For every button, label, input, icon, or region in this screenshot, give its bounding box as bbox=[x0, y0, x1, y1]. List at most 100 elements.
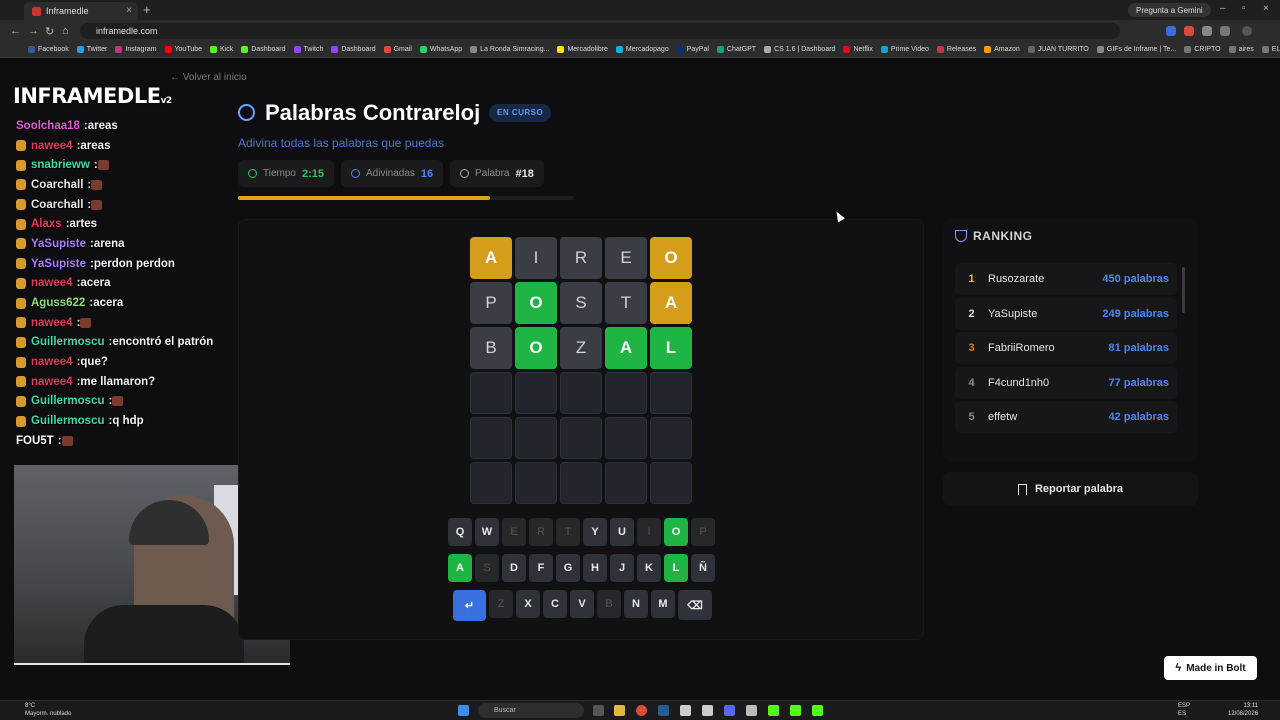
bookmark-item[interactable]: Mercadopago bbox=[615, 46, 669, 53]
key-m[interactable]: M bbox=[651, 590, 675, 618]
key-b[interactable]: B bbox=[597, 590, 621, 618]
bookmark-icon bbox=[557, 46, 565, 53]
bookmark-item[interactable]: Twitch bbox=[293, 46, 323, 53]
maximize-icon[interactable]: ▫ bbox=[1242, 3, 1246, 14]
bookmark-item[interactable]: CRIPTO bbox=[1184, 46, 1221, 53]
bookmark-label: WhatsApp bbox=[429, 46, 463, 53]
minimize-icon[interactable]: – bbox=[1220, 3, 1226, 14]
key-t[interactable]: T bbox=[556, 518, 580, 546]
back-icon[interactable]: ← bbox=[10, 25, 21, 37]
reload-icon[interactable]: ↻ bbox=[45, 25, 54, 38]
key-c[interactable]: C bbox=[543, 590, 567, 618]
windows-start-icon[interactable] bbox=[458, 705, 469, 716]
forward-icon[interactable]: → bbox=[28, 25, 39, 37]
bookmark-item[interactable]: Instagram bbox=[115, 46, 157, 53]
stream-logo: INFRAMEDLEv2 bbox=[13, 84, 172, 108]
report-word-button[interactable]: Reportar palabra bbox=[943, 472, 1198, 506]
bookmark-icon bbox=[936, 46, 944, 53]
enter-key[interactable]: ↵ bbox=[453, 590, 486, 621]
bookmark-item[interactable]: Netflix bbox=[843, 46, 873, 53]
taskbar-clock[interactable]: 13:11 12/08/2026 bbox=[1228, 702, 1258, 718]
bookmark-item[interactable]: Amazon bbox=[984, 46, 1020, 53]
app-icon[interactable] bbox=[746, 705, 757, 716]
bookmark-item[interactable]: La Ronda Simracing... bbox=[470, 46, 549, 53]
key-w[interactable]: W bbox=[475, 518, 499, 546]
bookmark-item[interactable]: YouTube bbox=[164, 46, 202, 53]
back-link[interactable]: ← Volver al inicio bbox=[170, 72, 247, 83]
app-icon[interactable] bbox=[702, 705, 713, 716]
address-bar[interactable]: inframedle.com bbox=[80, 23, 1120, 39]
bookmark-item[interactable]: Kick bbox=[210, 46, 233, 53]
bookmark-item[interactable]: CS 1.6 | Dashboard bbox=[764, 46, 835, 53]
app-icon[interactable] bbox=[680, 705, 691, 716]
key-e[interactable]: E bbox=[502, 518, 526, 546]
key-p[interactable]: P bbox=[691, 518, 715, 546]
key-k[interactable]: K bbox=[637, 554, 661, 582]
backspace-key[interactable]: ⌫ bbox=[678, 590, 712, 620]
kick-icon[interactable] bbox=[768, 705, 779, 716]
key-d[interactable]: D bbox=[502, 554, 526, 582]
key-n[interactable]: N bbox=[624, 590, 648, 618]
discord-icon[interactable] bbox=[724, 705, 735, 716]
bookmark-item[interactable]: Releases bbox=[936, 46, 976, 53]
chrome-icon[interactable] bbox=[636, 705, 647, 716]
weather-widget[interactable]: 8°C Mayorm. nublado bbox=[25, 702, 71, 718]
steam-icon[interactable] bbox=[658, 705, 669, 716]
status-badge: EN CURSO bbox=[489, 104, 552, 122]
key-s[interactable]: S bbox=[475, 554, 499, 582]
bookmark-item[interactable]: EL MEGA PACK PAP... bbox=[1261, 46, 1280, 53]
language-indicator[interactable]: ESP ES bbox=[1178, 702, 1190, 718]
new-tab-button[interactable]: + bbox=[143, 2, 151, 17]
bookmark-item[interactable]: WhatsApp bbox=[419, 46, 463, 53]
extension-icon[interactable] bbox=[1184, 26, 1194, 36]
key-f[interactable]: F bbox=[529, 554, 553, 582]
extension-icon[interactable] bbox=[1202, 26, 1212, 36]
close-window-icon[interactable]: × bbox=[1263, 3, 1269, 14]
key-x[interactable]: X bbox=[516, 590, 540, 618]
bookmark-item[interactable]: Dashboard bbox=[331, 46, 376, 53]
bookmark-item[interactable]: aires bbox=[1228, 46, 1254, 53]
key-z[interactable]: Z bbox=[489, 590, 513, 618]
bookmark-item[interactable]: Facebook bbox=[28, 46, 69, 53]
key-j[interactable]: J bbox=[610, 554, 634, 582]
taskbar-search[interactable]: Buscar bbox=[478, 703, 584, 718]
bookmark-item[interactable]: GIFs de Inframe | Te... bbox=[1096, 46, 1176, 53]
made-in-bolt-badge[interactable]: ϟ Made in Bolt bbox=[1164, 656, 1257, 680]
gemini-button[interactable]: Pregunta a Gemini bbox=[1128, 3, 1211, 17]
file-explorer-icon[interactable] bbox=[614, 705, 625, 716]
chat-text: que? bbox=[80, 356, 108, 369]
bookmark-item[interactable]: Gmail bbox=[383, 46, 412, 53]
key-v[interactable]: V bbox=[570, 590, 594, 618]
home-icon[interactable]: ⌂ bbox=[62, 25, 69, 37]
extension-icon[interactable] bbox=[1166, 26, 1176, 36]
kick-icon[interactable] bbox=[812, 705, 823, 716]
key-g[interactable]: G bbox=[556, 554, 580, 582]
bookmark-item[interactable]: PayPal bbox=[676, 46, 709, 53]
profile-icon[interactable] bbox=[1242, 26, 1252, 36]
key-l[interactable]: L bbox=[664, 554, 688, 582]
key-i[interactable]: I bbox=[637, 518, 661, 546]
browser-tab[interactable]: Inframedle × bbox=[24, 2, 138, 20]
key-ñ[interactable]: Ñ bbox=[691, 554, 715, 582]
key-a[interactable]: A bbox=[448, 554, 472, 582]
key-y[interactable]: Y bbox=[583, 518, 607, 546]
key-r[interactable]: R bbox=[529, 518, 553, 546]
extensions-icon[interactable] bbox=[1220, 26, 1230, 36]
close-tab-icon[interactable]: × bbox=[126, 5, 132, 16]
bookmark-item[interactable]: Mercadolibre bbox=[557, 46, 608, 53]
key-h[interactable]: H bbox=[583, 554, 607, 582]
bookmark-item[interactable]: JUAN TURRITO bbox=[1027, 46, 1089, 53]
kick-icon[interactable] bbox=[790, 705, 801, 716]
ranking-scrollbar[interactable] bbox=[1182, 267, 1185, 313]
key-o[interactable]: O bbox=[664, 518, 688, 546]
key-q[interactable]: Q bbox=[448, 518, 472, 546]
bookmark-icon bbox=[880, 46, 888, 53]
bookmark-item[interactable]: Prime Video bbox=[880, 46, 929, 53]
bookmark-icon bbox=[115, 46, 123, 53]
bookmark-item[interactable]: ChatGPT bbox=[716, 46, 756, 53]
task-view-icon[interactable] bbox=[593, 705, 604, 716]
key-u[interactable]: U bbox=[610, 518, 634, 546]
bookmark-item[interactable]: Twitter bbox=[76, 46, 107, 53]
bookmark-item[interactable]: Dashboard bbox=[241, 46, 286, 53]
logo-version: v2 bbox=[160, 96, 173, 106]
